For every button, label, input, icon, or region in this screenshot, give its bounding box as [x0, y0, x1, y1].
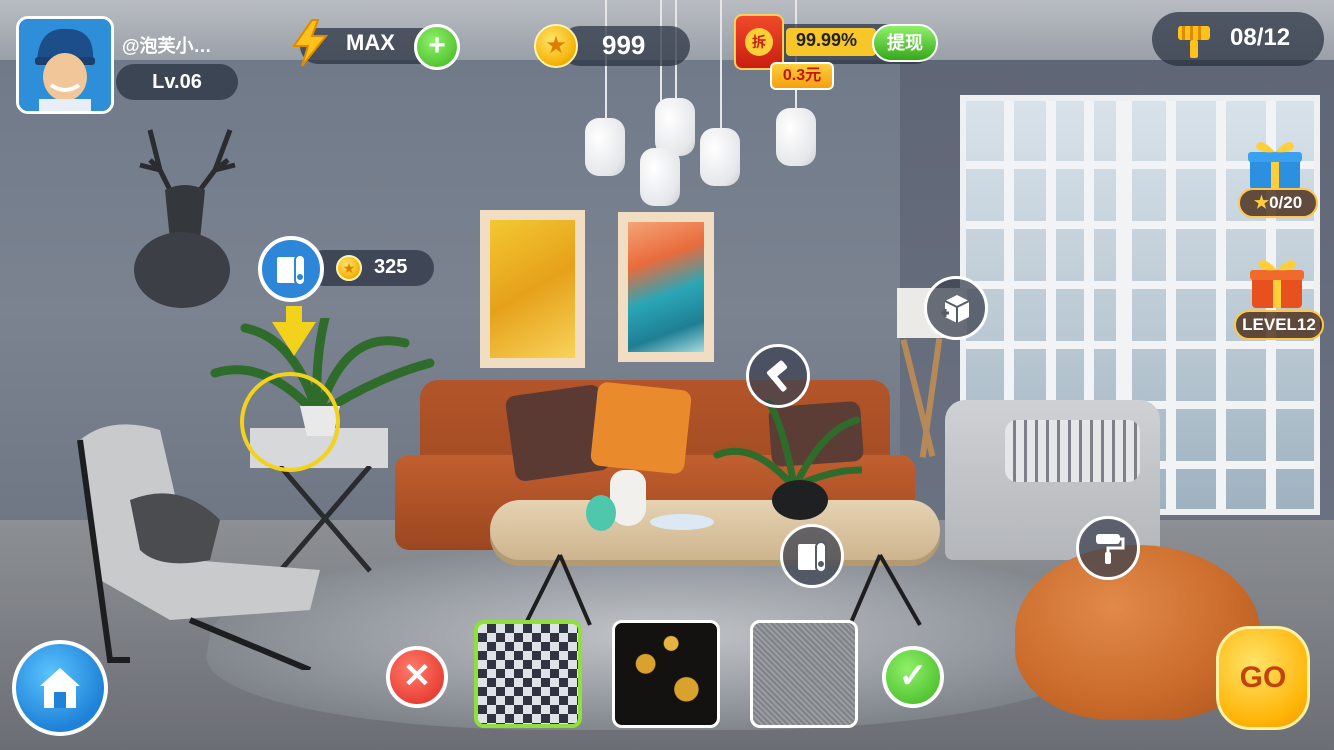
pendant-lamp: [585, 118, 625, 176]
confirm-button[interactable]: ✓: [882, 646, 944, 708]
build-button[interactable]: [746, 344, 810, 408]
pendant-lamp: [700, 128, 740, 186]
level-gift-icon[interactable]: [1246, 254, 1308, 310]
figurine: [586, 495, 616, 531]
paint-button[interactable]: [1076, 516, 1140, 580]
wallpaper-button[interactable]: [780, 524, 844, 588]
coffee-table-legs: [523, 554, 922, 626]
withdraw-button[interactable]: 提现: [872, 24, 938, 62]
price-pill: [306, 250, 434, 286]
cash-progress-text: 99.99%: [796, 30, 858, 50]
add-energy-button[interactable]: +: [414, 24, 460, 70]
hammer-icon: [766, 360, 788, 392]
worker-avatar-icon: [19, 19, 111, 111]
add-furniture-icon: [941, 295, 970, 323]
go-button[interactable]: GO: [1216, 626, 1310, 730]
plus-icon: +: [428, 29, 446, 62]
star-coin-icon: ★: [534, 24, 578, 68]
pendant-lamp: [640, 148, 680, 206]
energy-value: MAX: [346, 30, 395, 55]
plate: [650, 514, 714, 530]
task-value: 08/12: [1230, 24, 1291, 51]
striped-pillow: [1005, 420, 1140, 482]
check-icon: ✓: [898, 657, 928, 695]
cash-amount: 0.3元: [770, 62, 834, 90]
star-gift-label: 0/20: [1269, 193, 1303, 212]
lightning-icon: [292, 19, 329, 67]
target-highlight-ring[interactable]: [240, 372, 340, 472]
pillow: [589, 381, 693, 475]
upgrade-cost: 325: [374, 256, 408, 278]
yellow-painting: [480, 210, 585, 368]
wallpaper-roll-icon: [798, 541, 827, 573]
star-gift-icon[interactable]: [1244, 136, 1306, 192]
home-button[interactable]: [12, 640, 108, 736]
close-icon: ✕: [402, 657, 432, 695]
player-avatar[interactable]: [16, 16, 114, 114]
player-name: @泡芙小…: [122, 36, 212, 56]
star-icon: ★: [1253, 193, 1270, 212]
swatch-black-gold-floral[interactable]: [612, 620, 720, 728]
table-plant: [713, 400, 862, 520]
ocean-painting: [618, 212, 714, 362]
pendant-lamp: [776, 108, 816, 166]
upgrade-item-button[interactable]: [258, 236, 324, 302]
star-gift-progress: ★0/20: [1238, 188, 1318, 218]
paint-brush-icon: [1178, 26, 1210, 58]
home-icon: [40, 668, 80, 708]
coin-value: 999: [602, 30, 646, 60]
paint-roller-icon: [1096, 534, 1125, 564]
add-furniture-button[interactable]: [924, 276, 988, 340]
player-level: Lv.06: [116, 64, 238, 100]
hint-arrow-head: [272, 322, 316, 356]
red-packet-label: 拆: [745, 28, 773, 56]
wallpaper-roll-icon: [277, 254, 306, 286]
level-gift-label: LEVEL12: [1234, 310, 1324, 340]
swatch-houndstooth[interactable]: [474, 620, 582, 728]
star-coin-icon: ★: [336, 255, 362, 281]
cancel-button[interactable]: ✕: [386, 646, 448, 708]
swatch-gray-linen[interactable]: [750, 620, 858, 728]
deer-head-decor: [134, 129, 236, 308]
